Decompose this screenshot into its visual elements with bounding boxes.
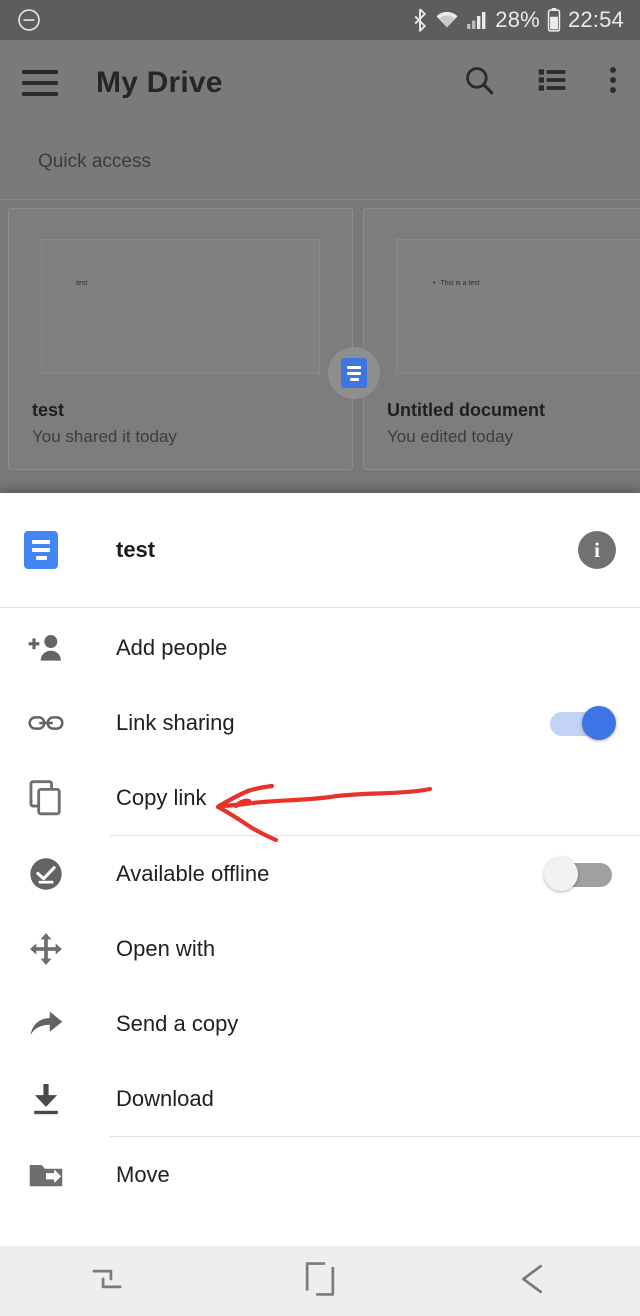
quick-access-card[interactable]: test test You shared it today (8, 208, 380, 470)
bottom-sheet-header: test i (0, 493, 640, 608)
back-button[interactable] (473, 1246, 593, 1316)
menu-item-label: Available offline (116, 860, 270, 886)
menu-item-download[interactable]: Download (0, 1061, 640, 1136)
card-file-type-badge (328, 347, 380, 399)
info-glyph: i (594, 537, 600, 562)
bluetooth-icon (412, 8, 428, 32)
menu-item-link-sharing[interactable]: Link sharing (0, 685, 640, 760)
file-options-bottom-sheet: test i Add people Link sharing Copy link… (0, 493, 640, 1253)
menu-item-available-offline[interactable]: Available offline (0, 836, 640, 911)
thumbnail-text: This is a test (433, 280, 479, 287)
status-bar-right: 28% 22:54 (412, 7, 624, 33)
back-arrow-icon (515, 1262, 551, 1301)
status-bar: 28% 22:54 (0, 0, 640, 40)
quick-access-label: Quick access (38, 151, 151, 172)
menu-item-label: Move (116, 1161, 170, 1187)
cellular-signal-icon (466, 10, 488, 30)
thumbnail-text: test (76, 280, 88, 287)
menu-item-label: Link sharing (116, 709, 235, 735)
overflow-menu-icon[interactable] (608, 64, 618, 101)
menu-item-label: Send a copy (116, 1010, 239, 1036)
card-subtitle: You shared it today (32, 427, 177, 446)
menu-item-label: Add people (116, 634, 228, 660)
card-subtitle: You edited today (387, 427, 514, 446)
menu-item-label: Copy link (116, 784, 207, 810)
card-title: Untitled document (387, 400, 545, 420)
home-square-icon (304, 1261, 336, 1302)
link-sharing-toggle[interactable] (544, 705, 616, 740)
file-options-menu: Add people Link sharing Copy link Availa… (0, 608, 640, 1212)
search-icon[interactable] (462, 63, 496, 102)
move-arrows-icon (24, 932, 68, 966)
card-meta: Untitled document You edited today (387, 400, 545, 447)
quick-access-card-row: test test You shared it today This is a … (0, 200, 640, 500)
page-title: My Drive (96, 65, 223, 99)
clock-label: 22:54 (567, 7, 624, 32)
recents-icon (90, 1262, 124, 1301)
add-person-icon (24, 632, 68, 664)
quick-access-section-header: Quick access (0, 125, 640, 200)
home-button[interactable] (260, 1246, 380, 1316)
bottom-sheet-file-name: test (116, 537, 156, 562)
hamburger-menu-icon[interactable] (22, 69, 58, 96)
toggle-thumb (544, 856, 578, 891)
toolbar-actions (462, 63, 618, 102)
battery-icon (547, 8, 561, 32)
list-view-icon[interactable] (536, 64, 568, 101)
share-arrow-icon (24, 1009, 68, 1039)
menu-item-move[interactable]: Move (0, 1137, 640, 1212)
toggle-thumb (582, 705, 616, 740)
android-navigation-bar (0, 1246, 640, 1316)
phone-screen: 28% 22:54 My Drive Quick access test tes… (0, 0, 640, 1316)
recents-button[interactable] (47, 1246, 167, 1316)
link-icon (24, 710, 68, 736)
status-bar-left (16, 7, 42, 33)
google-docs-icon (24, 531, 58, 569)
menu-item-label: Open with (116, 935, 216, 961)
quick-access-card[interactable]: This is a test Untitled document You edi… (363, 208, 640, 470)
info-icon[interactable]: i (578, 531, 616, 569)
wifi-icon (435, 10, 459, 30)
download-icon (24, 1082, 68, 1116)
drive-toolbar: My Drive (0, 40, 640, 125)
check-circle-icon (24, 857, 68, 891)
battery-percent-label: 28% (495, 7, 540, 32)
menu-item-copy-link[interactable]: Copy link (0, 760, 640, 835)
copy-icon (24, 779, 68, 816)
card-meta: test You shared it today (32, 400, 177, 447)
card-title: test (32, 400, 65, 420)
menu-item-add-people[interactable]: Add people (0, 610, 640, 685)
menu-item-open-with[interactable]: Open with (0, 911, 640, 986)
menu-item-send-a-copy[interactable]: Send a copy (0, 986, 640, 1061)
move-to-folder-icon (24, 1160, 68, 1190)
menu-item-label: Download (116, 1085, 214, 1111)
available-offline-toggle[interactable] (544, 856, 616, 891)
google-docs-icon (341, 358, 367, 388)
card-thumbnail: This is a test (396, 239, 640, 374)
minus-circle-icon (16, 7, 42, 33)
card-thumbnail: test (41, 239, 320, 374)
